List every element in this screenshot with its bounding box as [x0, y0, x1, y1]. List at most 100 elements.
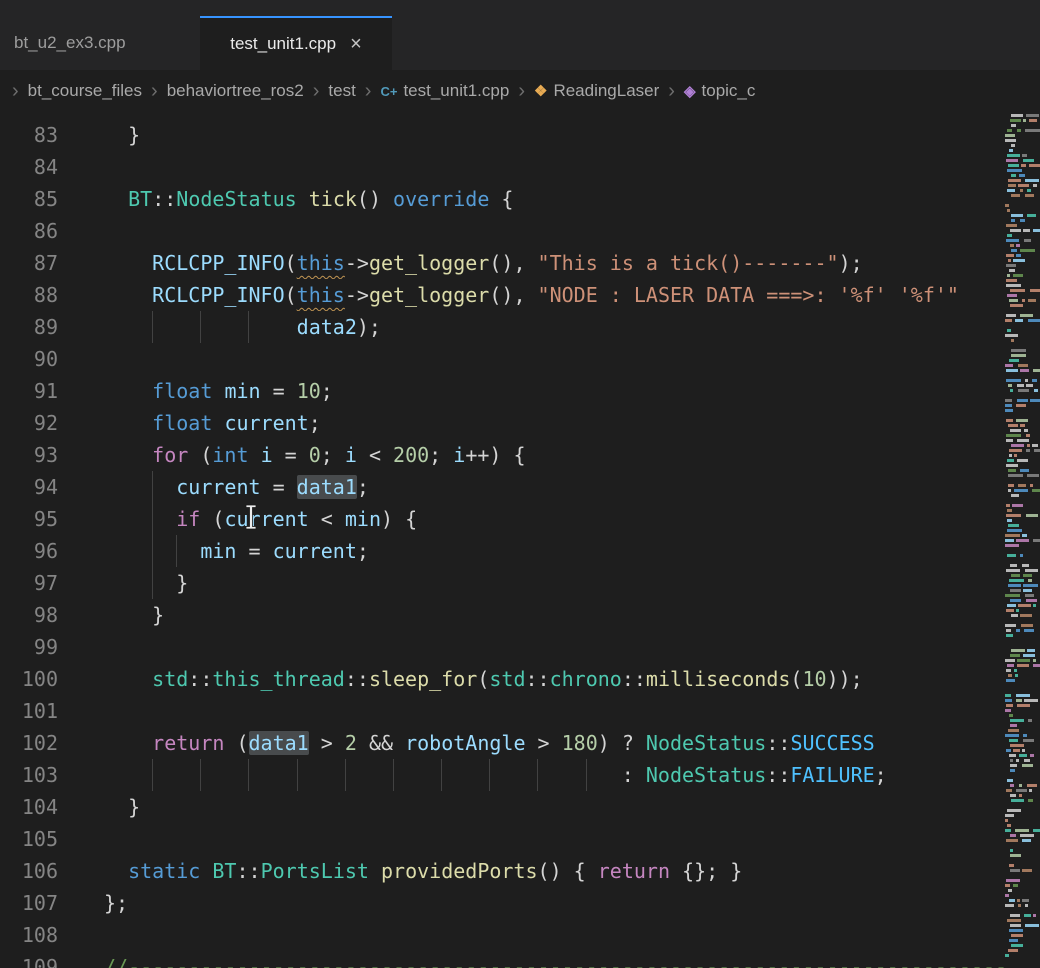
code-text[interactable]: BT::NodeStatus tick() override {	[104, 183, 1040, 215]
code-line[interactable]: 101	[0, 695, 1040, 727]
code-text[interactable]: return (data1 > 2 && robotAngle > 180) ?…	[104, 727, 1040, 759]
code-line[interactable]: 102 return (data1 > 2 && robotAngle > 18…	[0, 727, 1040, 759]
code-line[interactable]: 105	[0, 823, 1040, 855]
code-line[interactable]: 90	[0, 343, 1040, 375]
code-line[interactable]: 99	[0, 631, 1040, 663]
code-text[interactable]: }	[104, 119, 1040, 151]
code-text[interactable]	[104, 695, 1040, 727]
code-text[interactable]	[104, 215, 1040, 247]
line-number[interactable]: 98	[0, 599, 58, 631]
indent-guide	[152, 311, 153, 343]
code-line[interactable]: 108	[0, 919, 1040, 951]
breadcrumb-item-bt-course-files[interactable]: bt_course_files	[28, 81, 142, 101]
line-number[interactable]: 106	[0, 855, 58, 887]
line-number[interactable]: 95	[0, 503, 58, 535]
code-line[interactable]: 98 }	[0, 599, 1040, 631]
code-line[interactable]: 104 }	[0, 791, 1040, 823]
line-number[interactable]: 86	[0, 215, 58, 247]
line-number[interactable]: 87	[0, 247, 58, 279]
chevron-right-icon: ›	[313, 80, 320, 103]
line-number[interactable]: 93	[0, 439, 58, 471]
breadcrumb-item-test[interactable]: test	[328, 81, 355, 101]
tab-label: test_unit1.cpp	[230, 34, 336, 54]
code-line[interactable]: 96 min = current;	[0, 535, 1040, 567]
breadcrumb-item-behaviortree-ros2[interactable]: behaviortree_ros2	[167, 81, 304, 101]
code-line[interactable]: 106 static BT::PortsList providedPorts()…	[0, 855, 1040, 887]
code-line[interactable]: 97 }	[0, 567, 1040, 599]
indent-guide	[489, 759, 490, 791]
line-number[interactable]: 83	[0, 119, 58, 151]
code-text[interactable]: }	[104, 567, 1040, 599]
chevron-right-icon: ›	[518, 80, 525, 103]
code-line[interactable]: 87 RCLCPP_INFO(this->get_logger(), "This…	[0, 247, 1040, 279]
breadcrumb-item-test-unit1-cpp[interactable]: C+test_unit1.cpp	[380, 81, 509, 101]
code-line[interactable]: 84	[0, 151, 1040, 183]
code-text[interactable]: std::this_thread::sleep_for(std::chrono:…	[104, 663, 1040, 695]
tab-bt-u2-ex3[interactable]: bt_u2_ex3.cpp	[0, 16, 200, 70]
line-number[interactable]: 107	[0, 887, 58, 919]
code-line[interactable]: 92 float current;	[0, 407, 1040, 439]
code-line[interactable]: 103 : NodeStatus::FAILURE;	[0, 759, 1040, 791]
code-line[interactable]: 94 current = data1;	[0, 471, 1040, 503]
line-number[interactable]: 90	[0, 343, 58, 375]
close-tab-icon[interactable]: ×	[350, 34, 362, 54]
line-number[interactable]: 101	[0, 695, 58, 727]
line-number[interactable]: 97	[0, 567, 58, 599]
code-line[interactable]: 107};	[0, 887, 1040, 919]
code-line[interactable]: 95 if (current < min) {	[0, 503, 1040, 535]
code-text[interactable]: }	[104, 599, 1040, 631]
code-line[interactable]: 85 BT::NodeStatus tick() override {	[0, 183, 1040, 215]
code-line[interactable]: 100 std::this_thread::sleep_for(std::chr…	[0, 663, 1040, 695]
code-text[interactable]	[104, 151, 1040, 183]
indent-guide	[152, 759, 153, 791]
line-number[interactable]: 103	[0, 759, 58, 791]
code-text[interactable]: RCLCPP_INFO(this->get_logger(), "NODE : …	[104, 279, 1040, 311]
code-text[interactable]: min = current;	[104, 535, 1040, 567]
line-number[interactable]: 84	[0, 151, 58, 183]
code-text[interactable]: RCLCPP_INFO(this->get_logger(), "This is…	[104, 247, 1040, 279]
line-number[interactable]: 89	[0, 311, 58, 343]
minimap[interactable]	[1004, 112, 1040, 968]
line-number[interactable]: 85	[0, 183, 58, 215]
code-text[interactable]: //--------------------------------------…	[104, 951, 1040, 968]
code-text[interactable]: : NodeStatus::FAILURE;	[104, 759, 1040, 791]
line-number[interactable]: 94	[0, 471, 58, 503]
line-number[interactable]: 102	[0, 727, 58, 759]
code-line[interactable]: 86	[0, 215, 1040, 247]
line-number[interactable]: 99	[0, 631, 58, 663]
code-line[interactable]: 83 }	[0, 119, 1040, 151]
code-line[interactable]: 88 RCLCPP_INFO(this->get_logger(), "NODE…	[0, 279, 1040, 311]
line-number[interactable]: 105	[0, 823, 58, 855]
code-text[interactable]: data2);	[104, 311, 1040, 343]
breadcrumb-item-readinglaser[interactable]: ❖ReadingLaser	[534, 81, 659, 101]
code-text[interactable]: static BT::PortsList providedPorts() { r…	[104, 855, 1040, 887]
code-text[interactable]	[104, 343, 1040, 375]
code-line[interactable]: 109 //-----------------------------------…	[0, 951, 1040, 968]
line-number[interactable]: 96	[0, 535, 58, 567]
line-number[interactable]: 104	[0, 791, 58, 823]
code-line[interactable]: 93 for (int i = 0; i < 200; i++) {	[0, 439, 1040, 471]
line-number[interactable]: 100	[0, 663, 58, 695]
code-text[interactable]: };	[104, 887, 1040, 919]
breadcrumb-label: test	[328, 81, 355, 101]
code-text[interactable]	[104, 823, 1040, 855]
code-text[interactable]: for (int i = 0; i < 200; i++) {	[104, 439, 1040, 471]
code-text[interactable]: float min = 10;	[104, 375, 1040, 407]
line-number[interactable]: 92	[0, 407, 58, 439]
line-number[interactable]: 91	[0, 375, 58, 407]
code-text[interactable]	[104, 631, 1040, 663]
indent-guide	[248, 311, 249, 343]
tab-test-unit1[interactable]: test_unit1.cpp ×	[200, 16, 392, 70]
line-number[interactable]: 88	[0, 279, 58, 311]
chevron-right-icon: ›	[151, 80, 158, 103]
code-text[interactable]: current = data1;	[104, 471, 1040, 503]
code-text[interactable]	[104, 919, 1040, 951]
code-line[interactable]: 91 float min = 10;	[0, 375, 1040, 407]
field-symbol-icon: ◈	[684, 84, 696, 99]
code-text[interactable]: }	[104, 791, 1040, 823]
code-line[interactable]: 89 data2);	[0, 311, 1040, 343]
line-number[interactable]: 109	[0, 951, 58, 968]
code-text[interactable]: float current;	[104, 407, 1040, 439]
line-number[interactable]: 108	[0, 919, 58, 951]
breadcrumb-item-topic-c[interactable]: ◈topic_c	[684, 81, 755, 101]
